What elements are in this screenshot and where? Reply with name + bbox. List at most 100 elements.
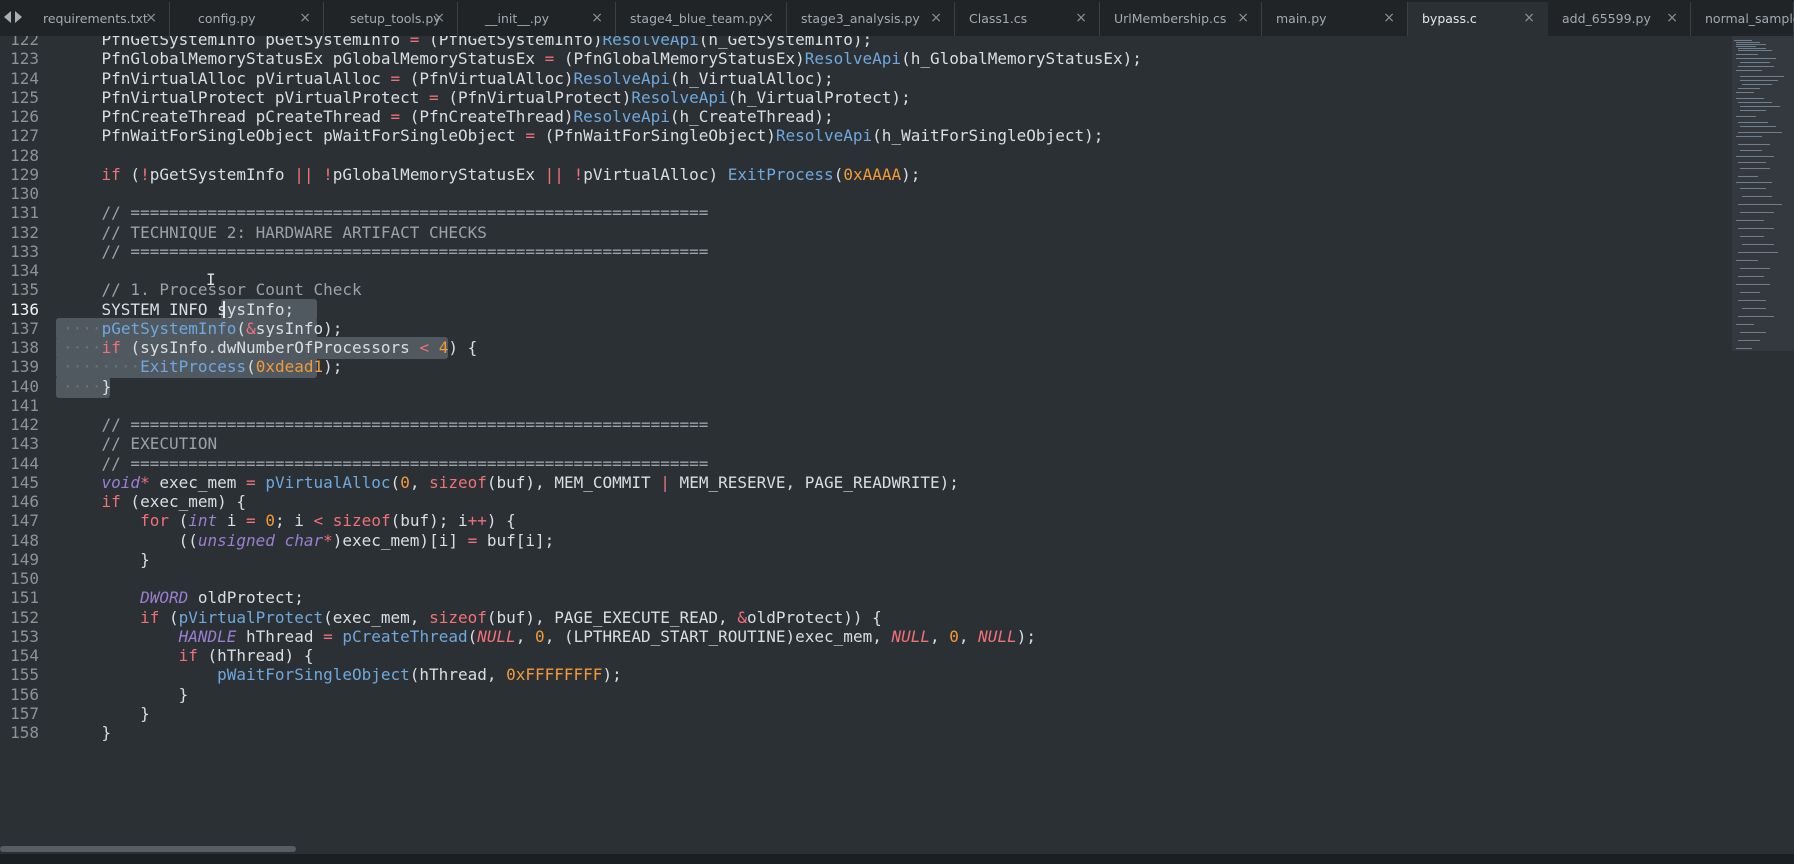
- tab-config-py[interactable]: config.py ×: [184, 2, 324, 36]
- minimap-line: [1738, 300, 1766, 301]
- close-icon[interactable]: ×: [930, 10, 942, 26]
- tab-label: stage4_blue_team.py: [630, 11, 764, 26]
- minimap-line: [1738, 276, 1764, 277]
- minimap-line: [1740, 80, 1778, 81]
- text-cursor: [223, 300, 225, 319]
- chevron-left-icon[interactable]: [4, 11, 11, 23]
- minimap-line: [1740, 236, 1764, 237]
- minimap-line: [1740, 168, 1770, 169]
- minimap-line: [1736, 156, 1774, 157]
- minimap-line: [1736, 98, 1764, 99]
- minimap-line: [1734, 40, 1752, 41]
- tab-add-65599-py[interactable]: add_65599.py ×: [1548, 2, 1691, 36]
- minimap-line: [1738, 228, 1774, 229]
- code-editor[interactable]: 122 PfnGetSystemInfo pGetSystemInfo = (P…: [0, 36, 1732, 840]
- minimap-line: [1740, 332, 1766, 333]
- chevron-right-icon[interactable]: [15, 11, 22, 23]
- minimap-line: [1738, 48, 1766, 49]
- horizontal-scrollbar[interactable]: [0, 846, 1732, 852]
- minimap-line: [1738, 144, 1770, 145]
- minimap-line: [1738, 204, 1782, 205]
- minimap-line: [1736, 182, 1772, 183]
- minimap-line: [1740, 106, 1780, 107]
- ibeam-cursor-icon: I: [206, 270, 216, 290]
- tab-stage3-analysis-py[interactable]: stage3_analysis.py ×: [787, 2, 955, 36]
- minimap-line: [1738, 88, 1760, 89]
- minimap-line: [1738, 122, 1768, 123]
- close-icon[interactable]: ×: [1237, 10, 1249, 26]
- close-icon[interactable]: ×: [145, 10, 157, 26]
- tab-main-py[interactable]: main.py ×: [1262, 2, 1408, 36]
- minimap-line: [1736, 116, 1756, 117]
- tab-urlmembership-cs[interactable]: UrlMembership.cs ×: [1100, 2, 1262, 36]
- minimap-line: [1736, 70, 1762, 71]
- close-icon[interactable]: ×: [1075, 10, 1087, 26]
- minimap-line: [1738, 132, 1782, 133]
- minimap-line: [1736, 92, 1754, 93]
- minimap-line: [1738, 316, 1774, 317]
- tab-bypass-c[interactable]: bypass.c ×: [1408, 2, 1548, 36]
- tab-init-py[interactable]: __init__.py ×: [471, 2, 616, 36]
- minimap-line: [1738, 162, 1766, 163]
- minimap-line: [1736, 44, 1766, 45]
- minimap-line: [1738, 50, 1772, 51]
- minimap-line: [1736, 220, 1764, 221]
- tab-label: UrlMembership.cs: [1114, 11, 1227, 26]
- minimap-line: [1740, 268, 1770, 269]
- scrollbar-thumb[interactable]: [0, 846, 296, 852]
- close-icon[interactable]: ×: [299, 10, 311, 26]
- tab-label: setup_tools.py: [350, 11, 441, 26]
- tab-label: stage3_analysis.py: [801, 11, 920, 26]
- minimap-line: [1738, 66, 1774, 67]
- minimap-line: [1736, 54, 1758, 55]
- minimap-line: [1738, 340, 1760, 341]
- tab-label: config.py: [198, 11, 256, 26]
- minimap-line: [1736, 260, 1758, 261]
- minimap-line: [1738, 102, 1772, 103]
- tab-setup-tools-py[interactable]: setup_tools.py ×: [336, 2, 458, 36]
- minimap-line: [1738, 252, 1778, 253]
- line-number: 158: [10, 723, 39, 742]
- minimap-line: [1736, 284, 1770, 285]
- minimap-line: [1736, 136, 1762, 137]
- minimap-line: [1738, 176, 1758, 177]
- minimap-line: [1740, 76, 1784, 77]
- close-icon[interactable]: ×: [1523, 10, 1535, 26]
- tab-requirements-txt[interactable]: requirements.txt ×: [29, 2, 170, 36]
- minimap-line: [1740, 110, 1766, 111]
- minimap-line: [1740, 212, 1774, 213]
- tab-label: bypass.c: [1422, 11, 1477, 26]
- minimap-line: [1740, 126, 1776, 127]
- minimap-line: [1742, 244, 1774, 245]
- minimap-line: [1736, 58, 1776, 59]
- code-line[interactable]: 158 }: [0, 722, 1732, 744]
- tab-class1-cs[interactable]: Class1.cs ×: [955, 2, 1100, 36]
- close-icon[interactable]: ×: [433, 10, 445, 26]
- minimap-line: [1736, 324, 1754, 325]
- minimap-line: [1740, 150, 1762, 151]
- close-icon[interactable]: ×: [762, 10, 774, 26]
- close-icon[interactable]: ×: [591, 10, 603, 26]
- minimap-line: [1736, 46, 1756, 47]
- tab-bar: requirements.txt × config.py × setup_tools.p…: [0, 0, 1794, 37]
- close-icon[interactable]: ×: [1383, 10, 1395, 26]
- minimap-line: [1740, 292, 1760, 293]
- minimap-line: [1740, 62, 1770, 63]
- tab-label: main.py: [1276, 11, 1327, 26]
- tab-label: normal_sample.: [1705, 11, 1794, 26]
- code-text: }: [63, 723, 112, 742]
- minimap-line: [1740, 188, 1766, 189]
- minimap-line: [1742, 196, 1772, 197]
- minimap[interactable]: [1732, 36, 1794, 840]
- minimap-line: [1736, 42, 1760, 43]
- tab-normal-sample[interactable]: normal_sample.: [1691, 2, 1794, 36]
- minimap-line: [1742, 84, 1772, 85]
- minimap-line: [1736, 348, 1752, 349]
- tab-label: requirements.txt: [43, 11, 148, 26]
- tab-label: Class1.cs: [969, 11, 1028, 26]
- minimap-line: [1742, 308, 1766, 309]
- close-icon[interactable]: ×: [1666, 10, 1678, 26]
- tab-stage4-blue-team-py[interactable]: stage4_blue_team.py ×: [616, 2, 787, 36]
- editor-window: requirements.txt × config.py × setup_tools.p…: [0, 0, 1794, 864]
- tab-label: add_65599.py: [1562, 11, 1651, 26]
